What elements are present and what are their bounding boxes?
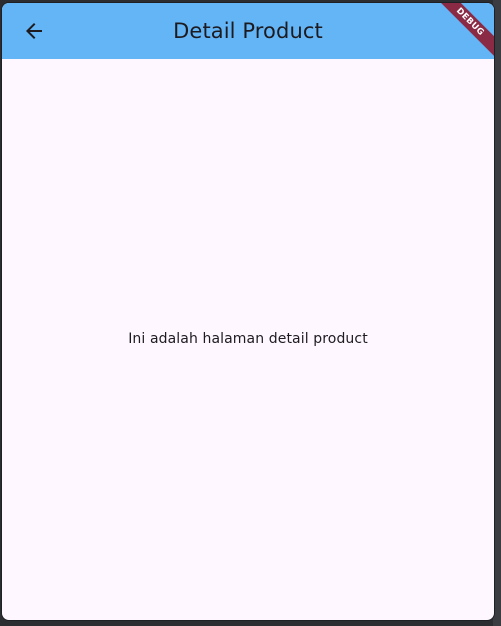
app-window: Detail Product DEBUG Ini adalah halaman … [2,3,494,620]
background-editor-strip [493,0,501,626]
body-message: Ini adalah halaman detail product [128,330,368,347]
page-title: Detail Product [173,19,323,43]
page-body: Ini adalah halaman detail product [2,59,494,620]
debug-banner-label: DEBUG [434,3,494,60]
app-bar: Detail Product [2,3,494,59]
desktop-background: Detail Product DEBUG Ini adalah halaman … [0,0,501,626]
debug-banner: DEBUG [434,3,494,63]
